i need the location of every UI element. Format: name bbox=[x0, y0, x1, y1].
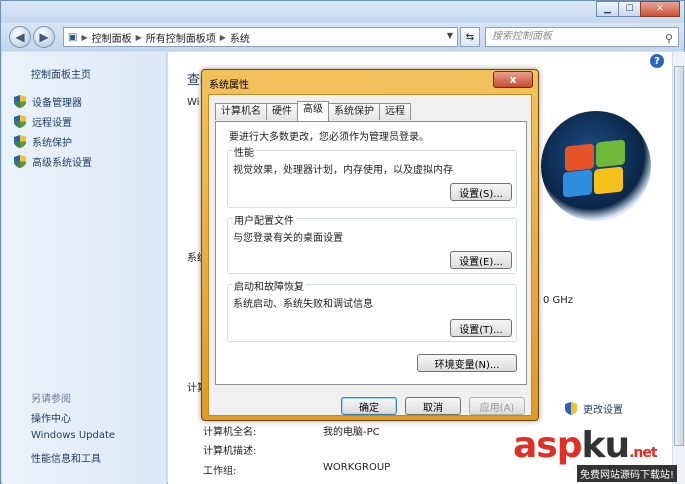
change-settings-link[interactable]: 更改设置 bbox=[565, 401, 623, 416]
info-label: 工作组: bbox=[203, 466, 237, 477]
address-bar[interactable]: ▣ ▶ 控制面板 ▶ 所有控制面板项 ▶ 系统 ▼ bbox=[63, 27, 458, 47]
caption-buttons: ▁ ☐ ✕ bbox=[596, 1, 680, 17]
device-manager-label: 设备管理器 bbox=[32, 98, 82, 109]
tab-computer-name[interactable]: 计算机名 bbox=[215, 103, 267, 120]
left-task-pane: 控制面板主页 设备管理器 远程设置 系统保护 高级系统设置 另请参阅 操作中心 … bbox=[2, 52, 167, 484]
group-description: 与您登录有关的桌面设置 bbox=[233, 233, 343, 244]
refresh-button[interactable]: ⇆ bbox=[460, 27, 480, 47]
advanced-tab-page: 要进行大多数更改，您必须作为管理员登录。 性能 视觉效果，处理器计划，内存使用，… bbox=[215, 121, 527, 385]
breadcrumb-separator: ▶ bbox=[219, 32, 226, 42]
info-label: 计算机描述: bbox=[203, 446, 257, 457]
info-value: 我的电脑-PC bbox=[323, 427, 380, 438]
forward-button[interactable]: ▶ bbox=[33, 26, 55, 48]
search-placeholder: 搜索控制面板 bbox=[492, 31, 552, 42]
group-title: 用户配置文件 bbox=[232, 212, 296, 227]
change-settings-label: 更改设置 bbox=[583, 405, 623, 416]
apply-button[interactable]: 应用(A) bbox=[469, 397, 525, 415]
help-icon[interactable]: ? bbox=[650, 54, 664, 68]
scrollbar-thumb[interactable] bbox=[674, 66, 684, 446]
window-titlebar: ▁ ☐ ✕ bbox=[1, 1, 684, 23]
windows-flag-icon bbox=[563, 139, 627, 198]
breadcrumb-system[interactable]: 系统 bbox=[230, 30, 250, 45]
watermark-tagline: 免费网站源码下载站! bbox=[577, 465, 678, 482]
action-center-link[interactable]: 操作中心 bbox=[31, 410, 71, 425]
tab-hardware[interactable]: 硬件 bbox=[266, 103, 298, 120]
forward-arrow-icon: ▶ bbox=[39, 30, 49, 44]
see-also-heading: 另请参阅 bbox=[31, 394, 71, 405]
user-profiles-group: 用户配置文件 与您登录有关的桌面设置 设置(E)... bbox=[227, 212, 517, 274]
refresh-icon: ⇆ bbox=[465, 31, 475, 43]
ok-button[interactable]: 确定 bbox=[341, 397, 397, 415]
admin-note: 要进行大多数更改，您必须作为管理员登录。 bbox=[229, 132, 429, 143]
breadcrumb-separator: ▶ bbox=[135, 32, 142, 42]
navigation-bar: ◀ ▶ ▣ ▶ 控制面板 ▶ 所有控制面板项 ▶ 系统 ▼ ⇆ 搜索控制面板 ⚲ bbox=[1, 23, 684, 51]
device-manager-link[interactable]: 设备管理器 bbox=[14, 94, 82, 109]
cancel-button[interactable]: 取消 bbox=[405, 397, 461, 415]
breadcrumb-control-panel[interactable]: 控制面板 bbox=[92, 30, 132, 45]
vertical-scrollbar[interactable] bbox=[672, 52, 685, 484]
startup-recovery-settings-button[interactable]: 设置(T)... bbox=[450, 319, 512, 337]
group-title: 性能 bbox=[232, 144, 256, 159]
advanced-system-settings-label: 高级系统设置 bbox=[32, 158, 92, 169]
search-icon[interactable]: ⚲ bbox=[665, 30, 673, 48]
dialog-body: 计算机名 硬件 高级 系统保护 远程 要进行大多数更改，您必须作为管理员登录。 … bbox=[208, 94, 532, 416]
watermark-logo: aspku.net bbox=[513, 425, 658, 466]
back-button[interactable]: ◀ bbox=[9, 26, 31, 48]
processor-speed: 0 GHz bbox=[543, 295, 574, 306]
shield-icon bbox=[14, 135, 26, 148]
environment-variables-button[interactable]: 环境变量(N)... bbox=[417, 354, 517, 372]
shield-icon bbox=[14, 95, 26, 108]
info-label: 计算机全名: bbox=[203, 427, 257, 438]
shield-icon bbox=[14, 115, 26, 128]
dialog-title: 系统属性 bbox=[209, 80, 249, 91]
windows-update-link[interactable]: Windows Update bbox=[31, 430, 115, 441]
control-panel-icon: ▣ bbox=[68, 31, 78, 43]
back-arrow-icon: ◀ bbox=[15, 30, 25, 44]
tab-remote[interactable]: 远程 bbox=[379, 103, 411, 120]
breadcrumb-separator: ▶ bbox=[81, 32, 88, 42]
tab-advanced[interactable]: 高级 bbox=[297, 101, 329, 121]
tab-system-protection[interactable]: 系统保护 bbox=[328, 103, 380, 120]
info-value: WORKGROUP bbox=[323, 462, 391, 473]
chevron-down-icon[interactable]: ▼ bbox=[447, 31, 453, 40]
windows-edition-heading: Wi bbox=[187, 97, 200, 108]
advanced-system-settings-link[interactable]: 高级系统设置 bbox=[14, 154, 92, 169]
shield-icon bbox=[14, 155, 26, 168]
window-close-button[interactable]: ✕ bbox=[640, 1, 680, 17]
system-protection-link[interactable]: 系统保护 bbox=[14, 134, 72, 149]
performance-info-link[interactable]: 性能信息和工具 bbox=[31, 450, 101, 465]
search-input[interactable]: 搜索控制面板 ⚲ bbox=[485, 27, 679, 47]
group-description: 视觉效果，处理器计划，内存使用，以及虚拟内存 bbox=[233, 165, 453, 176]
remote-settings-label: 远程设置 bbox=[32, 118, 72, 129]
group-title: 启动和故障恢复 bbox=[232, 278, 306, 293]
performance-group: 性能 视觉效果，处理器计划，内存使用，以及虚拟内存 设置(S)... bbox=[227, 144, 517, 208]
system-protection-label: 系统保护 bbox=[32, 138, 72, 149]
performance-settings-button[interactable]: 设置(S)... bbox=[450, 183, 512, 201]
group-description: 系统启动、系统失败和调试信息 bbox=[233, 299, 373, 310]
minimize-button[interactable]: ▁ bbox=[596, 1, 619, 17]
startup-recovery-group: 启动和故障恢复 系统启动、系统失败和调试信息 设置(T)... bbox=[227, 278, 517, 342]
shield-icon bbox=[565, 402, 577, 415]
dialog-close-button[interactable]: x bbox=[493, 71, 533, 88]
tab-strip: 计算机名 硬件 高级 系统保护 远程 bbox=[215, 101, 411, 121]
control-panel-home-link[interactable]: 控制面板主页 bbox=[31, 66, 91, 81]
remote-settings-link[interactable]: 远程设置 bbox=[14, 114, 72, 129]
system-properties-dialog: 系统属性 x 计算机名 硬件 高级 系统保护 远程 要进行大多数更改，您必须作为… bbox=[201, 69, 539, 421]
maximize-button[interactable]: ☐ bbox=[618, 1, 641, 17]
breadcrumb-all-items[interactable]: 所有控制面板项 bbox=[146, 30, 216, 45]
user-profiles-settings-button[interactable]: 设置(E)... bbox=[450, 251, 512, 269]
site-watermark: aspku.net 免费网站源码下载站! bbox=[513, 425, 683, 482]
